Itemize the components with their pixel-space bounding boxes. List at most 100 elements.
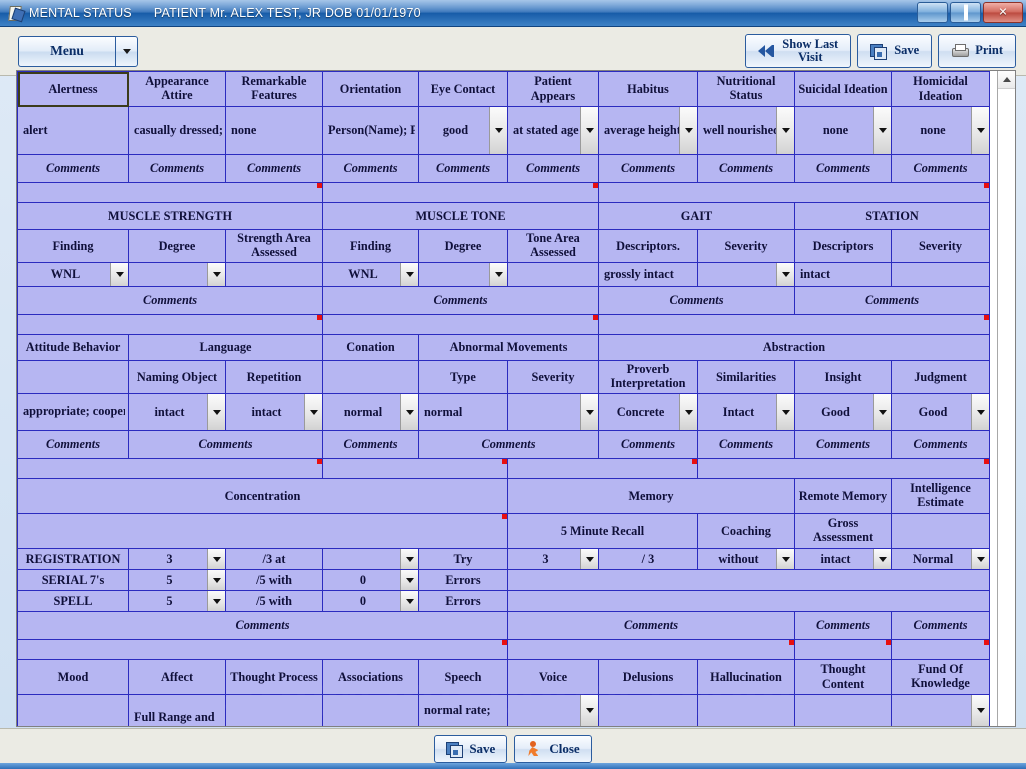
comments-station[interactable]: Comments [794,286,990,315]
save-button[interactable]: Save [857,34,933,68]
subheader-proverb-interpretation[interactable]: Proverb Interpretation [598,360,698,394]
dropdown-gait-severity[interactable] [776,263,794,286]
comments-patient-appears[interactable]: Comments [507,154,599,183]
subheader-severity[interactable]: Severity [507,360,599,394]
value-homicidal-ideation[interactable]: none [891,106,990,155]
header-suicidal-ideation[interactable]: Suicidal Ideation [794,71,892,107]
header-remarkable-features[interactable]: Remarkable Features [225,71,323,107]
comments-proverb-interpretation[interactable]: Comments [598,430,698,459]
header-eye-contact[interactable]: Eye Contact [418,71,508,107]
value-insight[interactable]: Good [794,393,892,431]
value-proverb-interpretation[interactable]: Concrete [598,393,698,431]
value-habitus[interactable]: average height [598,106,698,155]
scrollbar-track[interactable] [998,89,1015,726]
value-suicidal-ideation[interactable]: none [794,106,892,155]
dropdown-strength-finding[interactable] [110,263,128,286]
dropdown-serial-7s-score[interactable] [207,570,225,590]
minimize-button[interactable] [917,2,948,23]
value-serial-7s-count[interactable]: 0 [322,569,419,591]
menu-split-button[interactable]: Menu [18,35,138,67]
value-tone-degree[interactable] [418,262,508,287]
header-habitus[interactable]: Habitus [598,71,698,107]
value-spell-score[interactable]: 5 [128,590,226,612]
value-gait-severity[interactable] [697,262,795,287]
dropdown-repetition[interactable] [304,394,322,430]
value-voice[interactable] [507,694,599,726]
menu-button[interactable]: Menu [18,35,115,67]
dropdown-judgment[interactable] [971,394,989,430]
subheader-gross-assessment[interactable]: Gross Assessment [794,513,892,549]
dropdown-homicidal-ideation[interactable] [971,107,989,154]
header-homicidal-ideation[interactable]: Homicidal Ideation [891,71,990,107]
value-station-descriptors[interactable]: intact [794,262,892,287]
value-registration-count[interactable] [322,548,419,570]
header-nutritional-status[interactable]: Nutritional Status [697,71,795,107]
comments-eye-contact[interactable]: Comments [418,154,508,183]
value-strength-area-assessed[interactable] [225,262,323,287]
value-eye-contact[interactable]: good [418,106,508,155]
subheader-5-minute-recall[interactable]: 5 Minute Recall [507,513,698,549]
value-alertness[interactable]: alert [17,106,129,155]
comments-judgment[interactable]: Comments [891,430,990,459]
dropdown-similarities[interactable] [776,394,794,430]
dropdown-coaching[interactable] [776,549,794,569]
header-orientation[interactable]: Orientation [322,71,419,107]
dropdown-gross-assessment[interactable] [873,549,891,569]
header-gait-severity[interactable]: Severity [697,229,795,263]
dropdown-5-minute-recall[interactable] [580,549,598,569]
dropdown-serial-7s-count[interactable] [400,570,418,590]
value-remarkable-features[interactable]: none [225,106,323,155]
comments-orientation[interactable]: Comments [322,154,419,183]
subheader-judgment[interactable]: Judgment [891,360,990,394]
header-strength-finding[interactable]: Finding [17,229,129,263]
header-mood[interactable]: Mood [17,659,129,695]
value-patient-appears[interactable]: at stated age [507,106,599,155]
value-affect[interactable]: Full Range and [128,694,226,726]
subheader-insight[interactable]: Insight [794,360,892,394]
dropdown-insight[interactable] [873,394,891,430]
header-hallucination[interactable]: Hallucination [697,659,795,695]
form-grid-scroll[interactable]: SoftwareSuggest.com Alertness Appearance… [17,71,997,726]
value-fund-of-knowledge[interactable] [891,694,990,726]
comments-nutritional-status[interactable]: Comments [697,154,795,183]
header-delusions[interactable]: Delusions [598,659,698,695]
header-tone-area-assessed[interactable]: Tone Area Assessed [507,229,599,263]
subheader-naming-object[interactable]: Naming Object [128,360,226,394]
header-thought-content[interactable]: Thought Content [794,659,892,695]
footer-close-button[interactable]: Close [514,735,592,763]
header-strength-area-assessed[interactable]: Strength Area Assessed [225,229,323,263]
subheader-type[interactable]: Type [418,360,508,394]
value-abnormal-movement-type[interactable]: normal [418,393,508,431]
vertical-scrollbar[interactable] [997,71,1015,726]
value-judgment[interactable]: Good [891,393,990,431]
value-gait-descriptors[interactable]: grossly intact [598,262,698,287]
header-voice[interactable]: Voice [507,659,599,695]
header-tone-degree[interactable]: Degree [418,229,508,263]
value-delusions[interactable] [598,694,698,726]
value-serial-7s-score[interactable]: 5 [128,569,226,591]
dropdown-spell-count[interactable] [400,591,418,611]
value-5-minute-recall-score[interactable]: 3 [507,548,599,570]
value-orientation[interactable]: Person(Name); Place; Situation; Time [322,106,419,155]
menu-dropdown-arrow[interactable] [115,35,138,67]
header-fund-of-knowledge[interactable]: Fund Of Knowledge [891,659,990,695]
value-strength-finding[interactable]: WNL [17,262,129,287]
dropdown-suicidal-ideation[interactable] [873,107,891,154]
value-spell-count[interactable]: 0 [322,590,419,612]
value-attitude-behavior[interactable]: appropriate; cooperative [17,393,129,431]
value-repetition[interactable]: intact [225,393,323,431]
dropdown-eye-contact[interactable] [489,107,507,154]
comments-muscle-strength[interactable]: Comments [17,286,323,315]
dropdown-intelligence-estimate[interactable] [971,549,989,569]
value-conation[interactable]: normal [322,393,419,431]
close-button[interactable]: ✕ [983,2,1023,23]
comments-insight[interactable]: Comments [794,430,892,459]
dropdown-patient-appears[interactable] [580,107,598,154]
comments-habitus[interactable]: Comments [598,154,698,183]
comments-memory[interactable]: Comments [507,611,795,640]
header-strength-degree[interactable]: Degree [128,229,226,263]
subheader-similarities[interactable]: Similarities [697,360,795,394]
value-coaching[interactable]: without [697,548,795,570]
dropdown-spell-score[interactable] [207,591,225,611]
value-hallucination[interactable] [697,694,795,726]
